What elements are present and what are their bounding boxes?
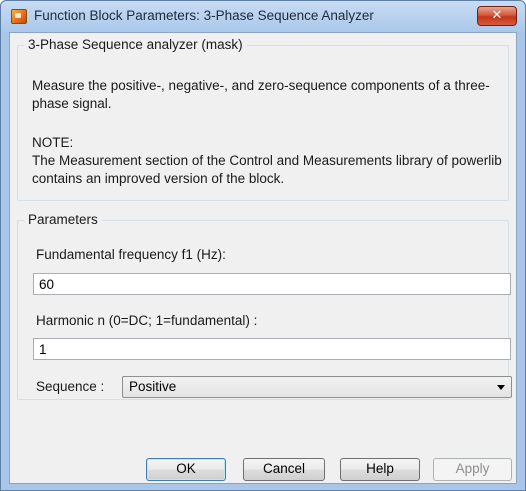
dialog-client-area: 3-Phase Sequence analyzer (mask) Measure… (9, 32, 517, 484)
close-button[interactable]: ✕ (477, 6, 517, 26)
sequence-label: Sequence : (36, 379, 105, 394)
note-heading: NOTE: (32, 135, 74, 150)
cancel-button[interactable]: Cancel (243, 458, 325, 481)
fundamental-frequency-label: Fundamental frequency f1 (Hz): (36, 247, 226, 262)
title-bar[interactable]: Function Block Parameters: 3-Phase Seque… (1, 1, 525, 32)
note-text: The Measurement section of the Control a… (32, 153, 502, 186)
harmonic-input[interactable] (33, 338, 511, 360)
chevron-down-icon (497, 385, 505, 390)
help-button[interactable]: Help (340, 458, 420, 481)
parameters-group: Parameters Fundamental frequency f1 (Hz)… (17, 212, 512, 400)
ok-button[interactable]: OK (146, 458, 226, 481)
window-title: Function Block Parameters: 3-Phase Seque… (34, 8, 374, 23)
simulink-block-icon (11, 9, 27, 24)
mask-description-text: Measure the positive-, negative-, and ze… (32, 78, 490, 111)
apply-button: Apply (433, 458, 512, 481)
fundamental-frequency-input[interactable] (33, 273, 511, 295)
dialog-window: Function Block Parameters: 3-Phase Seque… (0, 0, 526, 491)
parameters-group-title: Parameters (24, 212, 102, 227)
sequence-dropdown[interactable]: Positive (122, 376, 512, 398)
mask-group-title: 3-Phase Sequence analyzer (mask) (24, 37, 247, 52)
harmonic-label: Harmonic n (0=DC; 1=fundamental) : (36, 313, 258, 328)
mask-description-group: 3-Phase Sequence analyzer (mask) Measure… (17, 37, 509, 201)
sequence-selected-value: Positive (129, 379, 177, 394)
